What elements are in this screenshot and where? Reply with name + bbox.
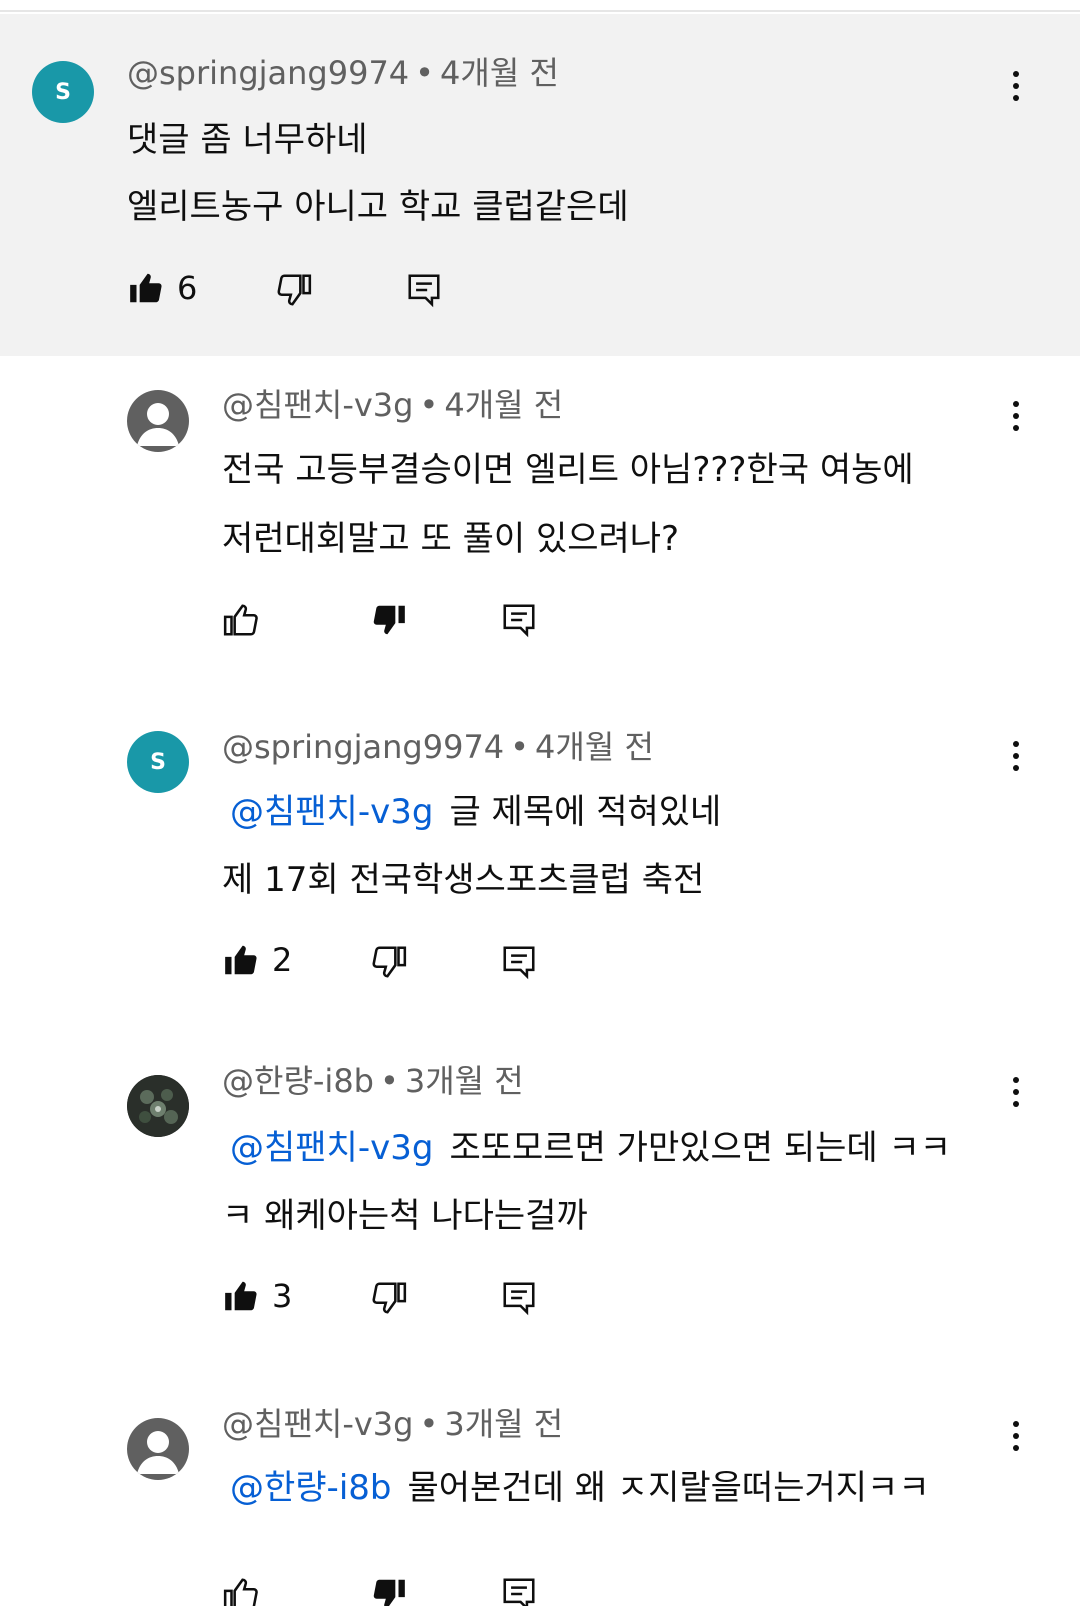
top-divider — [0, 0, 1080, 12]
comment-time: 4개월 전 — [440, 54, 559, 92]
comment-header: @한량-i8b • 3개월 전 — [222, 1056, 524, 1102]
avatar[interactable]: S — [127, 731, 189, 793]
comment-time: 3개월 전 — [404, 1062, 524, 1100]
like-count: 6 — [177, 269, 198, 307]
more-vert-icon[interactable] — [996, 1412, 1036, 1460]
thumb-up-icon — [225, 945, 257, 975]
separator-dot: • — [415, 54, 435, 92]
thumb-up-icon — [130, 273, 162, 303]
reply-icon — [503, 946, 535, 980]
mention-link[interactable]: @침팬치-v3g — [230, 1128, 433, 1168]
comment-time: 4개월 전 — [535, 728, 654, 766]
reply-item: S @springjang9974 • 4개월 전 @침팬치-v3g 글 제목에 적혀… — [0, 686, 1080, 1028]
separator-dot: • — [510, 728, 530, 766]
reply-item: @침팬치-v3g • 4개월 전 전국 고등부결승이면 엘리트 아님???한국 여농… — [0, 356, 1080, 686]
comment-text: 글 제목에 적혀있네 — [449, 792, 722, 832]
more-vert-icon[interactable] — [996, 392, 1036, 440]
author-name[interactable]: @침팬치-v3g — [222, 1405, 413, 1443]
more-vert-icon[interactable] — [996, 732, 1036, 780]
avatar[interactable] — [127, 1075, 189, 1137]
thumb-up-icon — [225, 1281, 257, 1311]
thumb-down-icon — [373, 605, 405, 635]
comment-text-line: ㅋ 왜케아는척 나다는걸까 — [222, 1196, 588, 1236]
comment-text-line: 제 17회 전국학생스포츠클럽 축전 — [222, 860, 705, 900]
separator-dot: • — [380, 1062, 399, 1100]
like-button[interactable] — [222, 598, 260, 642]
mention-link[interactable]: @침팬치-v3g — [230, 792, 433, 832]
default-avatar-icon — [137, 403, 179, 446]
like-count: 3 — [272, 1277, 293, 1315]
reply-button[interactable] — [500, 1572, 538, 1606]
like-count: 2 — [272, 941, 293, 979]
comment-text-line: @한량-i8b 물어본건데 왜 ㅈ지랄을떠는거지ㅋㅋ — [230, 1460, 930, 1509]
like-button[interactable]: 2 — [222, 938, 292, 982]
comment-text-line: 전국 고등부결승이면 엘리트 아님???한국 여농에 — [222, 450, 914, 490]
reply-icon — [503, 1578, 535, 1606]
author-name[interactable]: @springjang9974 — [222, 728, 504, 766]
author-name[interactable]: @한량-i8b — [222, 1062, 374, 1100]
reply-button[interactable] — [500, 1276, 538, 1320]
like-button[interactable]: 6 — [127, 266, 197, 310]
comment-text-line: 댓글 좀 너무하네 — [127, 120, 368, 160]
thumb-down-icon — [277, 274, 312, 306]
default-avatar-icon — [137, 1431, 179, 1474]
reply-icon — [503, 1282, 535, 1316]
comment-item: S @springjang9974 • 4개월 전 댓글 좀 너무하네 엘리트농구 … — [0, 14, 1080, 356]
separator-dot: • — [419, 386, 439, 424]
thumb-up-icon — [223, 1578, 258, 1606]
dislike-button[interactable] — [370, 940, 408, 984]
reply-icon — [503, 604, 535, 638]
comment-time: 3개월 전 — [444, 1405, 564, 1443]
comment-time: 4개월 전 — [444, 386, 564, 424]
comment-header: @springjang9974 • 4개월 전 — [127, 48, 559, 94]
thumb-down-icon — [372, 946, 407, 978]
avatar[interactable] — [127, 1418, 189, 1480]
separator-dot: • — [419, 1405, 439, 1443]
author-name[interactable]: @springjang9974 — [127, 54, 409, 92]
avatar[interactable]: S — [32, 61, 94, 123]
thumb-up-icon — [223, 604, 258, 636]
comment-text-line: 저런대회말고 또 풀이 있으려나? — [222, 519, 680, 559]
dislike-button[interactable] — [370, 1276, 408, 1320]
reply-button[interactable] — [405, 268, 443, 312]
reply-button[interactable] — [500, 598, 538, 642]
more-vert-icon[interactable] — [996, 1068, 1036, 1116]
comment-text-line: @침팬치-v3g 조또모르면 가만있으면 되는데 ㅋㅋ — [230, 1120, 951, 1169]
comment-header: @springjang9974 • 4개월 전 — [222, 722, 654, 768]
comment-text: 조또모르면 가만있으면 되는데 ㅋㅋ — [449, 1128, 952, 1168]
comment-header: @침팬치-v3g • 4개월 전 — [222, 380, 563, 426]
mention-link[interactable]: @한량-i8b — [230, 1468, 392, 1508]
dislike-button[interactable] — [370, 1572, 408, 1606]
comment-text-line: 엘리트농구 아니고 학교 클럽같은데 — [127, 187, 629, 227]
comment-header: @침팬치-v3g • 3개월 전 — [222, 1399, 563, 1445]
like-button[interactable] — [222, 1572, 260, 1606]
thumb-down-icon — [372, 1282, 407, 1314]
comment-text: 물어본건데 왜 ㅈ지랄을떠는거지ㅋㅋ — [407, 1468, 930, 1508]
dislike-button[interactable] — [370, 598, 408, 642]
avatar[interactable] — [127, 390, 189, 452]
reply-icon — [408, 274, 440, 308]
like-button[interactable]: 3 — [222, 1274, 292, 1318]
author-name[interactable]: @침팬치-v3g — [222, 386, 413, 424]
comment-text-line: @침팬치-v3g 글 제목에 적혀있네 — [230, 784, 721, 833]
thumb-down-icon — [373, 1579, 405, 1606]
reply-button[interactable] — [500, 940, 538, 984]
dislike-button[interactable] — [275, 268, 313, 312]
more-vert-icon[interactable] — [996, 62, 1036, 110]
profile-photo-icon — [127, 1075, 189, 1137]
reply-item: @한량-i8b • 3개월 전 @침팬치-v3g 조또모르면 가만있으면 되는데 ㅋㅋ… — [0, 1028, 1080, 1372]
reply-item: @침팬치-v3g • 3개월 전 @한량-i8b 물어본건데 왜 ㅈ지랄을떠는거지ㅋㅋ — [0, 1372, 1080, 1606]
